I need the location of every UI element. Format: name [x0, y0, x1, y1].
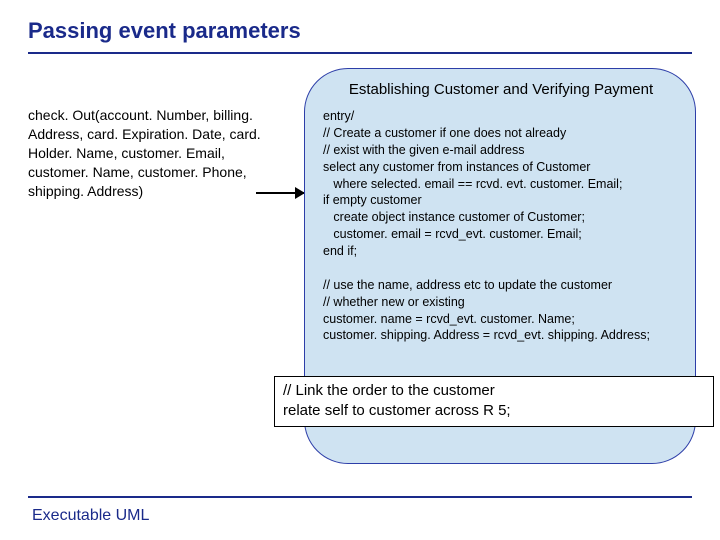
footer-text: Executable UML — [32, 507, 149, 525]
footer-rule — [28, 496, 692, 498]
content-area: check. Out(account. Number, billing. Add… — [28, 64, 692, 474]
overlay-line: relate self to customer across R 5; — [283, 401, 705, 421]
overlay-line: // Link the order to the customer — [283, 381, 705, 401]
slide: Passing event parameters check. Out(acco… — [0, 0, 720, 540]
state-entry-action: entry/ // Create a customer if one does … — [323, 108, 679, 344]
slide-title: Passing event parameters — [28, 18, 692, 44]
title-rule — [28, 52, 692, 54]
overlay-note: // Link the order to the customerrelate … — [274, 376, 714, 427]
transition-arrow — [256, 192, 304, 194]
state-title: Establishing Customer and Verifying Paym… — [323, 81, 679, 98]
event-signature: check. Out(account. Number, billing. Add… — [28, 106, 288, 200]
